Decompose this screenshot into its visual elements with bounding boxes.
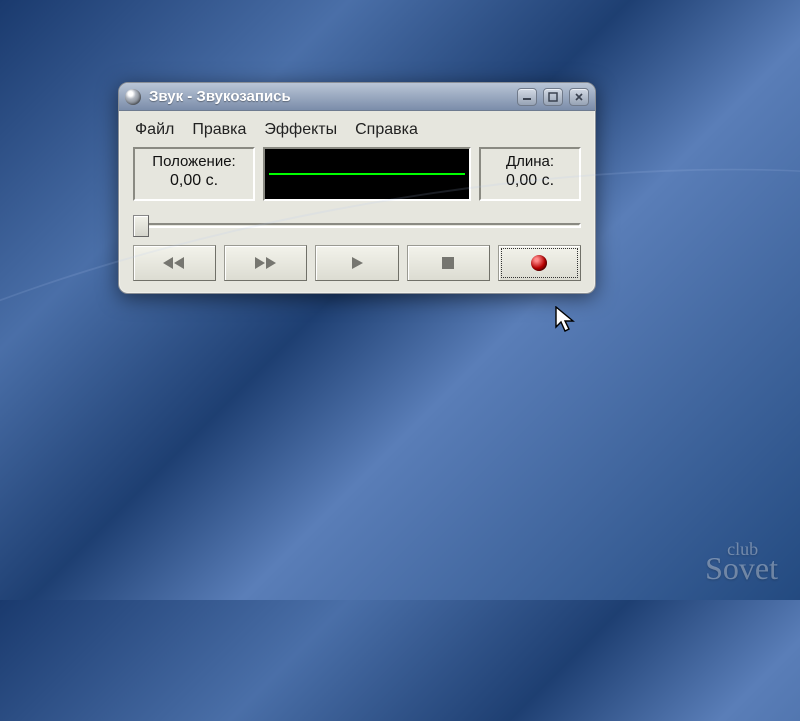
display-row: Положение: 0,00 с. Длина: 0,00 с. <box>129 147 585 201</box>
position-value: 0,00 с. <box>141 172 247 190</box>
cursor-icon <box>555 306 581 336</box>
length-value: 0,00 с. <box>487 172 573 190</box>
play-button[interactable] <box>315 245 398 281</box>
maximize-icon <box>548 92 558 102</box>
record-icon <box>531 255 547 271</box>
length-label: Длина: <box>487 153 573 170</box>
waveform-display <box>263 147 471 201</box>
app-icon <box>125 89 141 105</box>
play-icon <box>350 256 364 270</box>
close-button[interactable] <box>569 88 589 106</box>
sound-recorder-window: Звук - Звукозапись Файл Правка Эффекты С… <box>118 82 596 294</box>
seek-end-button[interactable] <box>224 245 307 281</box>
length-panel: Длина: 0,00 с. <box>479 147 581 201</box>
seek-start-icon <box>162 256 188 270</box>
watermark: club Sovet <box>705 542 778 582</box>
stop-icon <box>441 256 455 270</box>
watermark-bottom: Sovet <box>705 550 778 586</box>
record-button[interactable] <box>498 245 581 281</box>
transport-controls <box>129 245 585 281</box>
slider-thumb[interactable] <box>133 215 149 237</box>
waveform-line <box>269 173 465 175</box>
position-label: Положение: <box>141 153 247 170</box>
menu-effects[interactable]: Эффекты <box>264 121 337 139</box>
close-icon <box>574 92 584 102</box>
position-slider[interactable] <box>133 215 581 235</box>
menu-edit[interactable]: Правка <box>192 121 246 139</box>
seek-end-icon <box>253 256 279 270</box>
window-title: Звук - Звукозапись <box>147 88 511 105</box>
menu-file[interactable]: Файл <box>135 121 174 139</box>
minimize-icon <box>522 93 532 101</box>
watermark-top: club <box>727 542 778 556</box>
minimize-button[interactable] <box>517 88 537 106</box>
stop-button[interactable] <box>407 245 490 281</box>
menubar: Файл Правка Эффекты Справка <box>129 119 585 147</box>
maximize-button[interactable] <box>543 88 563 106</box>
client-area: Файл Правка Эффекты Справка Положение: 0… <box>119 111 595 293</box>
position-panel: Положение: 0,00 с. <box>133 147 255 201</box>
slider-track <box>133 223 581 228</box>
seek-start-button[interactable] <box>133 245 216 281</box>
menu-help[interactable]: Справка <box>355 121 418 139</box>
titlebar[interactable]: Звук - Звукозапись <box>119 83 595 111</box>
